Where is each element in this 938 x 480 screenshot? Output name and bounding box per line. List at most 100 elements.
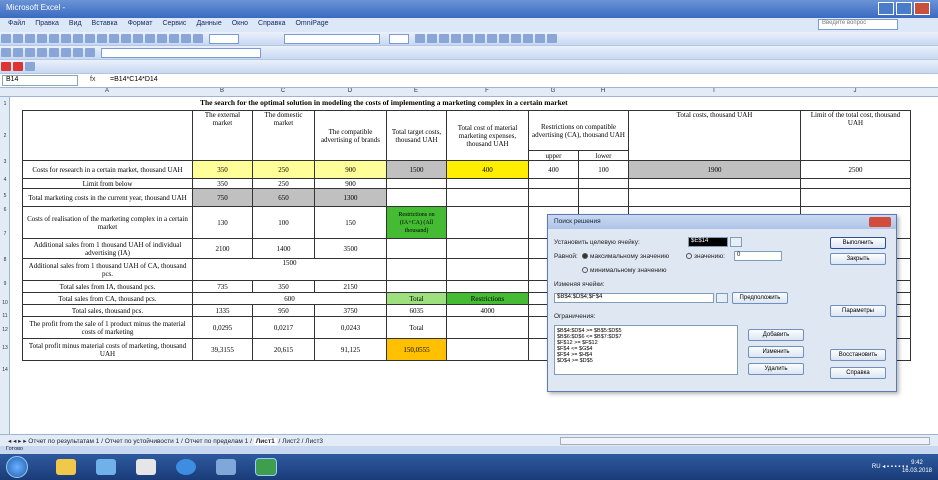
borders-icon[interactable] <box>522 34 533 43</box>
table-cell[interactable]: 650 <box>252 188 315 207</box>
header-total-material-cost[interactable]: Total cost of material marketing expense… <box>446 110 529 161</box>
table-cell[interactable]: 150,0555 <box>386 338 447 361</box>
change-button[interactable]: Изменить <box>748 346 804 358</box>
hyperlink-icon[interactable] <box>133 34 143 43</box>
table-cell[interactable]: 4000 <box>446 304 529 317</box>
cut-icon[interactable] <box>73 34 83 43</box>
table-cell[interactable] <box>628 188 801 207</box>
sum-icon[interactable] <box>145 34 155 43</box>
table-cell[interactable]: 250 <box>252 178 315 189</box>
table-cell[interactable] <box>386 238 447 259</box>
row-label[interactable]: Total marketing costs in the current yea… <box>22 188 193 207</box>
table-cell[interactable]: 735 <box>192 280 253 293</box>
review-icon[interactable] <box>61 48 71 57</box>
header-limit[interactable]: Limit of the total cost, thousand UAH <box>800 110 911 161</box>
table-cell[interactable]: 150 <box>314 206 387 239</box>
row-header[interactable]: 13 <box>0 345 10 351</box>
table-cell[interactable]: 91,125 <box>314 338 387 361</box>
app-icon[interactable] <box>136 459 156 475</box>
table-cell[interactable] <box>22 110 193 161</box>
close-button[interactable] <box>914 2 930 15</box>
collapse-icon[interactable] <box>730 237 742 247</box>
menu-data[interactable]: Данные <box>196 20 221 30</box>
table-cell[interactable] <box>800 178 911 189</box>
table-cell[interactable]: 400 <box>446 160 529 179</box>
table-cell[interactable]: 3500 <box>314 238 387 259</box>
horizontal-scrollbar[interactable] <box>560 437 930 445</box>
table-cell[interactable]: 100 <box>252 206 315 239</box>
tab-report-stability[interactable]: Отчет по устойчивости 1 <box>105 438 179 445</box>
row-label[interactable]: Costs for research in a certain market, … <box>22 160 193 179</box>
row-label[interactable]: Total sales, thousand pcs. <box>22 304 193 317</box>
table-cell[interactable]: 1500 <box>192 258 387 281</box>
spelling-icon[interactable] <box>61 34 71 43</box>
table-cell[interactable]: 100 <box>578 160 629 179</box>
tab-report-limits[interactable]: Отчет по пределам 1 <box>185 438 249 445</box>
table-cell[interactable] <box>386 188 447 207</box>
changing-cells-input[interactable]: $B$4:$D$4;$F$4 <box>554 293 714 303</box>
header-compatible-advertising[interactable]: The compatible advertising of brands <box>314 110 387 161</box>
print-icon[interactable] <box>37 34 47 43</box>
name-box[interactable]: B14 <box>2 75 78 86</box>
row-header[interactable]: 1 <box>0 101 10 107</box>
menu-window[interactable]: Окно <box>232 20 248 30</box>
font-select[interactable] <box>284 34 381 44</box>
menu-format[interactable]: Формат <box>128 20 153 30</box>
target-cell-input[interactable]: $E$14 <box>688 237 728 247</box>
table-cell[interactable]: 3750 <box>314 304 387 317</box>
radio-min[interactable]: минимальному значению <box>582 267 667 274</box>
table-cell[interactable]: 1300 <box>314 188 387 207</box>
table-cell[interactable] <box>446 178 529 189</box>
table-cell[interactable]: 350 <box>192 178 253 189</box>
header-external[interactable]: The external market <box>192 110 253 161</box>
help-button[interactable]: Справка <box>830 367 886 379</box>
table-cell[interactable]: 2150 <box>314 280 387 293</box>
table-cell[interactable] <box>446 206 529 239</box>
row-header[interactable]: 6 <box>0 207 10 213</box>
close-dialog-button[interactable]: Закрыть <box>830 253 886 265</box>
word-icon[interactable] <box>216 459 236 475</box>
table-cell[interactable]: 750 <box>192 188 253 207</box>
column-header-a[interactable]: A <box>22 88 192 94</box>
row-header[interactable]: 10 <box>0 300 10 306</box>
review-combo[interactable] <box>101 48 262 58</box>
menu-help[interactable]: Справка <box>258 20 285 30</box>
row-label[interactable]: Limit from below <box>22 178 193 189</box>
review-icon[interactable] <box>85 48 95 57</box>
table-cell[interactable] <box>446 280 529 293</box>
table-cell[interactable]: 350 <box>252 280 315 293</box>
zoom-select[interactable] <box>209 34 240 44</box>
header-domestic[interactable]: The domestic market <box>252 110 315 161</box>
add-button[interactable]: Добавить <box>748 329 804 341</box>
table-cell[interactable]: 0,0217 <box>252 316 315 339</box>
row-header[interactable]: 7 <box>0 231 10 237</box>
table-cell[interactable]: 400 <box>528 160 579 179</box>
table-cell[interactable]: 350 <box>192 160 253 179</box>
table-cell[interactable]: 2100 <box>192 238 253 259</box>
row-header[interactable]: 4 <box>0 177 10 183</box>
table-cell[interactable] <box>528 178 579 189</box>
help-search-input[interactable]: Введите вопрос <box>818 19 898 30</box>
chart-icon[interactable] <box>181 34 191 43</box>
table-cell[interactable]: 20,615 <box>252 338 315 361</box>
table-cell[interactable]: 1400 <box>252 238 315 259</box>
review-icon[interactable] <box>25 48 35 57</box>
table-cell[interactable]: 600 <box>192 292 387 305</box>
column-header-d[interactable]: D <box>314 88 386 94</box>
menu-omnipage[interactable]: OmniPage <box>295 20 328 30</box>
row-header[interactable]: 8 <box>0 257 10 263</box>
paste-icon[interactable] <box>97 34 107 43</box>
row-header[interactable]: 9 <box>0 281 10 287</box>
column-header-b[interactable]: B <box>192 88 252 94</box>
column-header-h[interactable]: H <box>578 88 628 94</box>
guess-button[interactable]: Предположить <box>732 292 788 304</box>
row-label[interactable]: Total profit minus material costs of mar… <box>22 338 193 361</box>
explorer-icon[interactable] <box>56 459 76 475</box>
table-cell[interactable] <box>386 178 447 189</box>
table-cell[interactable] <box>446 188 529 207</box>
table-cell[interactable] <box>446 338 529 361</box>
collapse-icon[interactable] <box>716 293 728 303</box>
table-cell[interactable]: 39,3155 <box>192 338 253 361</box>
sort-desc-icon[interactable] <box>169 34 179 43</box>
row-label[interactable]: Total sales from IA, thousand pcs. <box>22 280 193 293</box>
